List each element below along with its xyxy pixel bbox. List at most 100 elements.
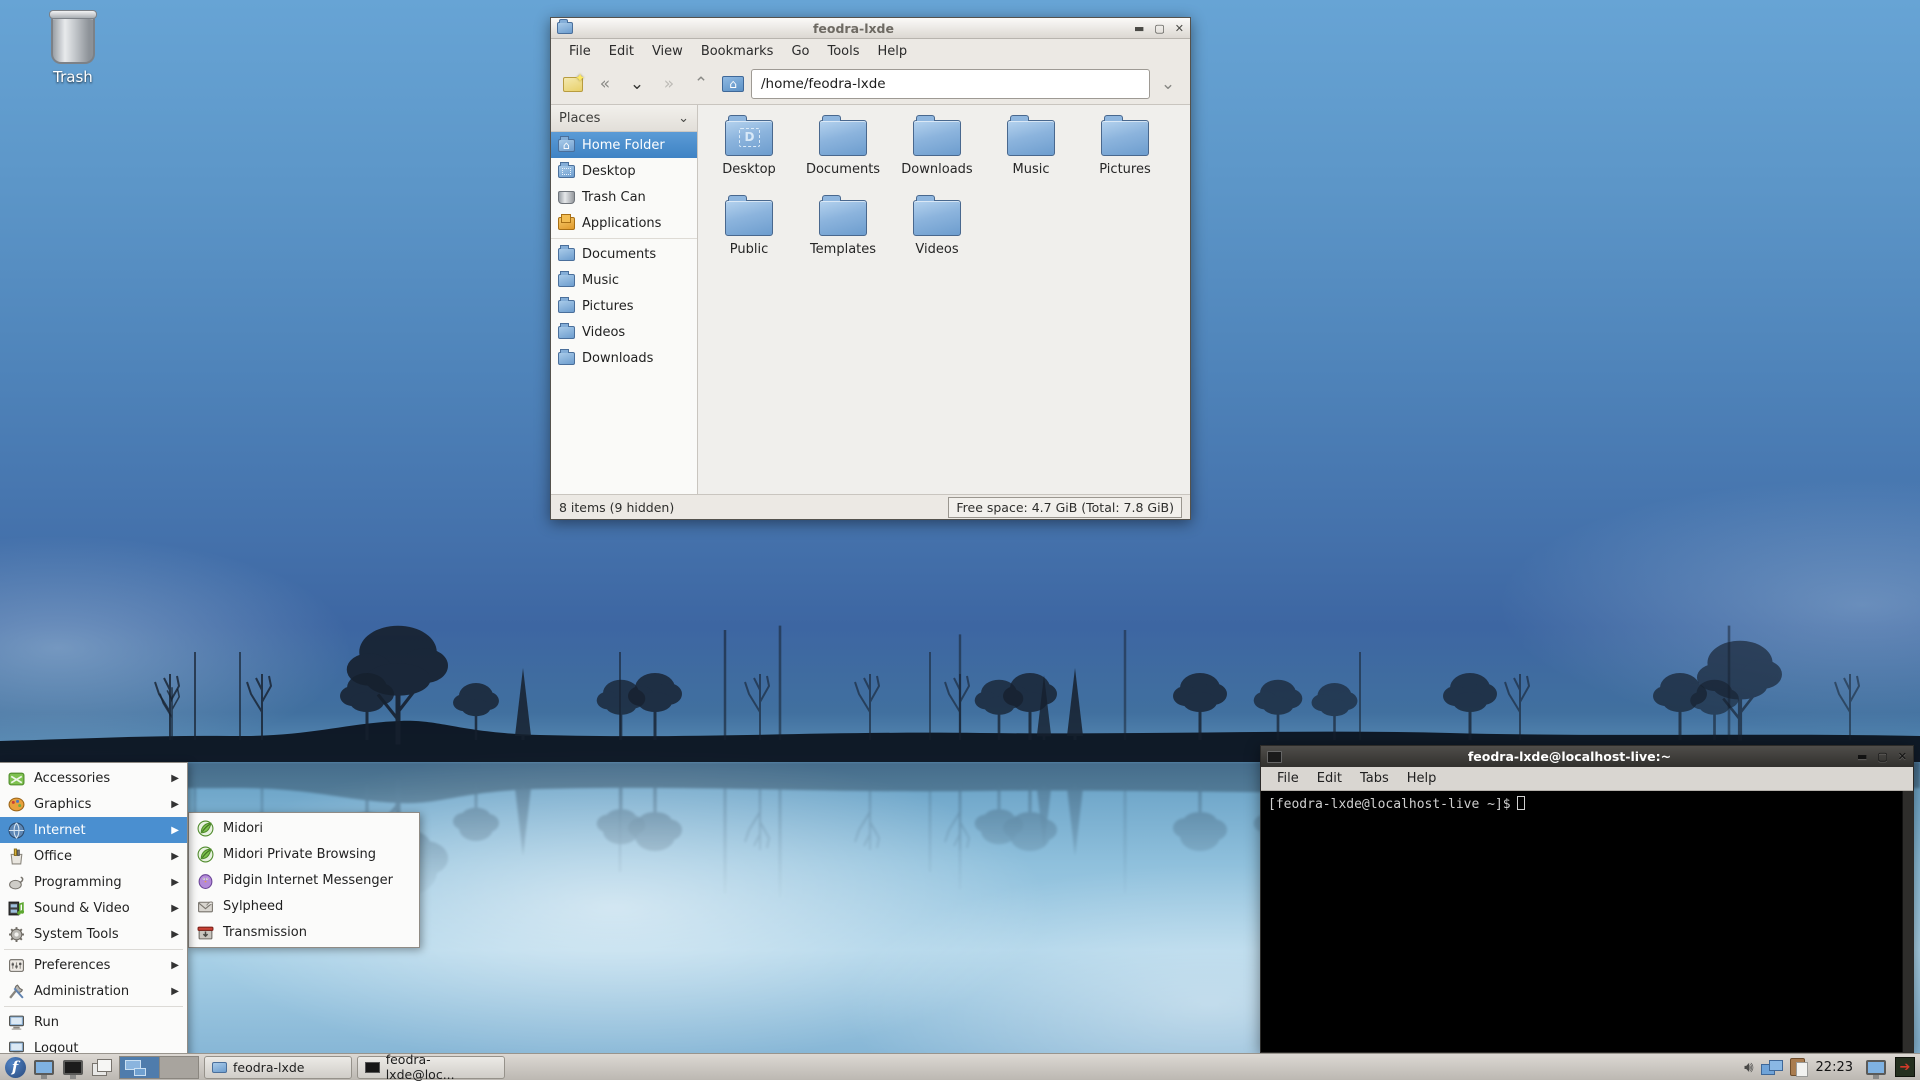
fm-close-button[interactable]: ✕ [1175,23,1184,34]
terminal-menubar: File Edit Tabs Help [1261,767,1913,791]
sidebar-item-desktop[interactable]: Desktop [551,158,697,184]
terminal-maximize-button[interactable]: ▢ [1877,751,1887,762]
new-tab-button[interactable] [559,70,587,98]
submenu-item-midori-private[interactable]: Midori Private Browsing [189,841,419,867]
home-button[interactable]: ⌂ [719,70,747,98]
shell-prompt: [feodra-lxde@localhost-live ~]$ [1268,797,1511,812]
terminal-scrollbar[interactable] [1902,791,1913,1052]
transmission-icon [197,924,214,941]
menu-item-run[interactable]: Run [0,1009,187,1035]
places-header[interactable]: Places ⌄ [551,105,697,132]
sidebar-item-applications[interactable]: Applications [551,210,697,236]
terminal-titlebar[interactable]: feodra-lxde@localhost-live:~ ▬ ▢ ✕ [1261,746,1913,767]
fm-file-list[interactable]: Desktop Documents Downloads Music Pictur… [698,105,1190,494]
file-item-templates[interactable]: Templates [796,195,890,275]
workspace-pager[interactable] [119,1056,199,1079]
sidebar-item-trash-can[interactable]: Trash Can [551,184,697,210]
fm-maximize-button[interactable]: ▢ [1154,23,1164,34]
network-icon[interactable] [1761,1059,1783,1075]
menu-item-graphics[interactable]: Graphics▶ [0,791,187,817]
jump-icon: ⌄ [1161,74,1175,94]
back-icon: « [600,74,610,94]
forward-icon: » [664,74,674,94]
show-desktop-button[interactable] [90,1056,114,1078]
fm-menu-edit[interactable]: Edit [601,41,642,62]
sound-video-icon [8,900,25,917]
trash-label: Trash [28,68,118,86]
terminal-icon [365,1062,380,1073]
graphics-icon [8,796,25,813]
menu-item-preferences[interactable]: Preferences▶ [0,952,187,978]
sidebar-item-music[interactable]: Music [551,267,697,293]
sidebar-item-videos[interactable]: Videos [551,319,697,345]
terminal-menu-file[interactable]: File [1269,769,1307,788]
clock[interactable]: 22:23 [1812,1060,1857,1075]
folder-icon [558,300,575,313]
workspace-2[interactable] [159,1057,198,1078]
tree-silhouette [0,592,1920,762]
fm-minimize-button[interactable]: ▬ [1134,23,1144,34]
terminal-close-button[interactable]: ✕ [1898,751,1907,762]
logout-button[interactable]: ➔ [1895,1057,1915,1077]
terminal-menu-tabs[interactable]: Tabs [1352,769,1397,788]
file-item-music[interactable]: Music [984,115,1078,195]
terminal-window-title: feodra-lxde@localhost-live:~ [1288,749,1851,764]
submenu-item-sylpheed[interactable]: Sylpheed [189,893,419,919]
jump-to-button[interactable]: ⌄ [1154,70,1182,98]
history-dropdown-button[interactable]: ⌄ [623,70,651,98]
file-item-documents[interactable]: Documents [796,115,890,195]
terminal-launcher[interactable] [61,1056,85,1078]
fm-menu-file[interactable]: File [561,41,599,62]
submenu-item-pidgin[interactable]: Pidgin Internet Messenger [189,867,419,893]
taskbar: f feodra-lxde feodra-lxde@loc... 🔊︎ 22:2… [0,1053,1920,1080]
menu-item-accessories[interactable]: Accessories▶ [0,765,187,791]
screen-lock-button[interactable] [1864,1056,1888,1078]
menu-item-programming[interactable]: Programming▶ [0,869,187,895]
workspace-1[interactable] [120,1057,159,1078]
task-button-file-manager[interactable]: feodra-lxde [204,1056,352,1079]
fm-titlebar[interactable]: feodra-lxde ▬ ▢ ✕ [551,18,1190,39]
folder-icon [558,352,575,365]
desktop-settings-launcher[interactable] [32,1056,56,1078]
file-item-downloads[interactable]: Downloads [890,115,984,195]
submenu-item-midori[interactable]: Midori [189,815,419,841]
application-menu-button[interactable]: f [3,1056,27,1078]
terminal-screen[interactable]: [feodra-lxde@localhost-live ~]$ [1261,791,1913,1052]
task-button-terminal[interactable]: feodra-lxde@loc... [357,1056,505,1079]
file-item-desktop[interactable]: Desktop [702,115,796,195]
fm-menu-tools[interactable]: Tools [819,41,867,62]
folder-icon [819,120,867,156]
trash-basket-icon [51,14,95,64]
terminal-menu-edit[interactable]: Edit [1309,769,1350,788]
menu-item-sound-video[interactable]: Sound & Video▶ [0,895,187,921]
places-chevron-icon: ⌄ [678,111,689,126]
fm-menu-view[interactable]: View [644,41,691,62]
back-button[interactable]: « [591,70,619,98]
menu-item-internet[interactable]: Internet▶ [0,817,187,843]
submenu-item-transmission[interactable]: Transmission [189,919,419,945]
file-item-public[interactable]: Public [702,195,796,275]
clipboard-icon[interactable] [1790,1058,1805,1076]
terminal-menu-help[interactable]: Help [1399,769,1445,788]
fm-menu-bookmarks[interactable]: Bookmarks [693,41,782,62]
file-item-videos[interactable]: Videos [890,195,984,275]
forward-button[interactable]: » [655,70,683,98]
desktop-trash-icon[interactable]: Trash [28,14,118,86]
menu-item-administration[interactable]: Administration▶ [0,978,187,1004]
file-item-pictures[interactable]: Pictures [1078,115,1172,195]
sidebar-item-home-folder[interactable]: Home Folder [551,132,697,158]
menu-item-system-tools[interactable]: System Tools▶ [0,921,187,947]
address-bar-input[interactable] [751,69,1150,99]
sidebar-item-downloads[interactable]: Downloads [551,345,697,371]
terminal-minimize-button[interactable]: ▬ [1857,751,1867,762]
submenu-arrow-icon: ▶ [171,773,179,784]
up-button[interactable]: ⌃ [687,70,715,98]
fm-menu-go[interactable]: Go [783,41,817,62]
run-icon [8,1014,25,1031]
sidebar-item-documents[interactable]: Documents [551,241,697,267]
menu-item-office[interactable]: Office▶ [0,843,187,869]
fm-menu-help[interactable]: Help [870,41,916,62]
file-manager-window: feodra-lxde ▬ ▢ ✕ File Edit View Bookmar… [550,17,1191,520]
volume-icon[interactable]: 🔊︎ [1744,1058,1753,1076]
sidebar-item-pictures[interactable]: Pictures [551,293,697,319]
